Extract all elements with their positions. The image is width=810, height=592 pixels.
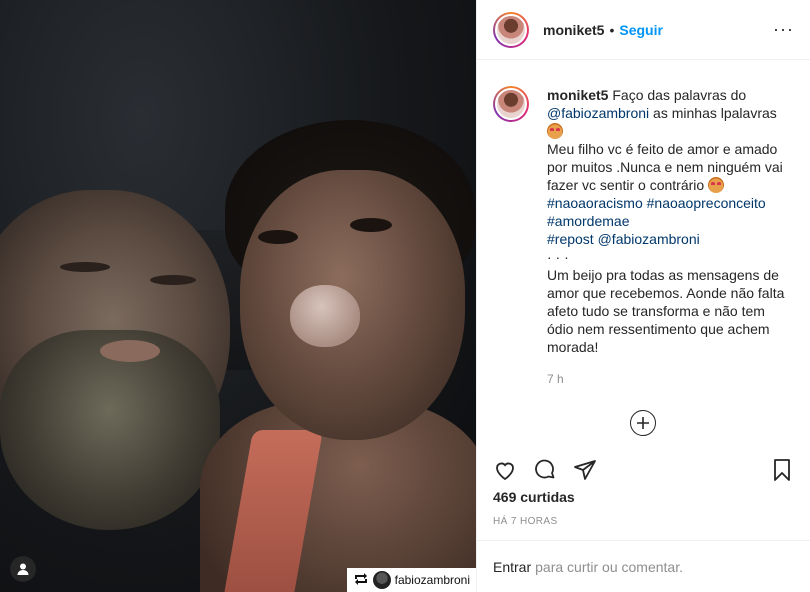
comment-icon[interactable] — [533, 458, 557, 482]
header-username[interactable]: moniket5 — [543, 22, 604, 38]
follow-button[interactable]: Seguir — [619, 22, 663, 38]
caption-paragraph-3: Um beijo pra todas as mensagens de amor … — [547, 267, 785, 355]
hashtag-link[interactable]: #amordemae — [547, 213, 630, 229]
hashtag-link[interactable]: #naoaopreconceito — [647, 195, 766, 211]
hashtag-link[interactable]: #repost — [547, 231, 594, 247]
repost-icon — [353, 572, 369, 589]
repost-badge: fabiozambroni — [346, 568, 476, 592]
heart-eyes-emoji-icon — [547, 123, 563, 139]
caption-body: moniket5 Faço das palavras do @fabiozamb… — [547, 86, 794, 396]
caption-text-line2: as minhas lpalavras — [649, 105, 777, 121]
share-icon[interactable] — [573, 458, 597, 482]
post-photo[interactable]: fabiozambroni — [0, 0, 476, 592]
caption-dots: · · · — [547, 249, 569, 265]
caption-block: moniket5 Faço das palavras do @fabiozamb… — [477, 60, 810, 396]
likes-count[interactable]: 469 curtidas — [493, 489, 575, 505]
caption-username[interactable]: moniket5 — [547, 87, 608, 103]
boy-lips — [290, 285, 360, 347]
user-tag-icon[interactable] — [10, 556, 36, 582]
plus-circle-icon[interactable] — [630, 410, 656, 436]
login-link[interactable]: Entrar — [493, 559, 531, 575]
man-eye-left — [60, 262, 110, 272]
post-timestamp[interactable]: HÁ 7 HORAS — [493, 516, 558, 527]
man-eye-right — [150, 275, 196, 285]
caption-text-line1: Faço das palavras do — [608, 87, 747, 103]
repost-username: fabiozambroni — [394, 573, 470, 587]
caption-paragraph-2: Meu filho vc é feito de amor e amado por… — [547, 141, 783, 193]
heart-eyes-emoji-icon — [708, 177, 725, 193]
comment-prompt-text: para curtir ou comentar. — [535, 558, 683, 575]
man-mouth — [100, 340, 160, 362]
heart-icon[interactable] — [493, 458, 517, 482]
post-details-panel: moniket5 • Seguir ··· moniket5 Faço das … — [476, 0, 810, 592]
boy-eye-left — [258, 230, 298, 244]
more-icon[interactable]: ··· — [773, 19, 794, 40]
caption-avatar[interactable] — [493, 86, 529, 122]
avatar[interactable] — [493, 11, 529, 48]
boy-eye-right — [350, 218, 392, 232]
bookmark-icon[interactable] — [770, 458, 794, 482]
mention-link[interactable]: @fabiozambroni — [598, 231, 700, 247]
separator-dot: • — [609, 21, 615, 38]
man-beard — [0, 330, 220, 530]
post-header: moniket5 • Seguir ··· — [477, 0, 810, 60]
hashtag-link[interactable]: #naoaoracismo — [547, 195, 643, 211]
mention-link[interactable]: @fabiozambroni — [547, 105, 649, 121]
action-bar — [477, 455, 810, 485]
caption-time[interactable]: 7 h — [547, 370, 794, 388]
repost-avatar — [372, 571, 391, 589]
comment-prompt: Entrar para curtir ou comentar. — [477, 540, 810, 592]
